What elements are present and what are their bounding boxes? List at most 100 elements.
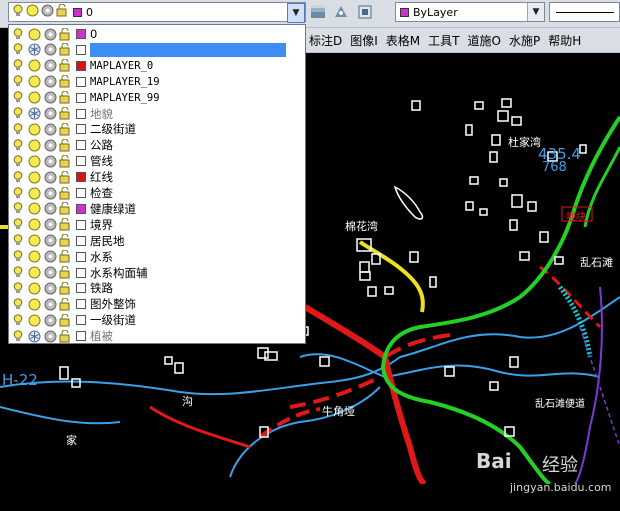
lock-icon[interactable] xyxy=(59,107,73,121)
layer-color-swatch[interactable] xyxy=(76,92,86,103)
lock-icon[interactable] xyxy=(59,170,73,184)
viewport-icon[interactable] xyxy=(43,91,57,105)
layer-color-swatch[interactable] xyxy=(76,108,86,119)
bulb-icon[interactable] xyxy=(11,313,25,327)
layer-color-swatch[interactable] xyxy=(76,188,86,198)
layer-color-swatch[interactable] xyxy=(76,267,86,278)
viewport-icon[interactable] xyxy=(43,281,57,295)
layer-row[interactable]: MAPLAYER_99 xyxy=(9,90,305,106)
lock-icon[interactable] xyxy=(59,122,73,136)
layer-row[interactable]: 境界 xyxy=(9,217,305,233)
bulb-icon[interactable] xyxy=(11,186,25,200)
sun-icon[interactable] xyxy=(27,313,41,327)
sun-icon[interactable] xyxy=(27,122,41,136)
bulb-icon[interactable] xyxy=(11,250,25,264)
bulb-icon[interactable] xyxy=(11,107,25,121)
viewport-icon[interactable] xyxy=(43,234,57,248)
menu-road[interactable]: 道施O xyxy=(464,32,505,49)
sun-icon[interactable] xyxy=(27,234,41,248)
layer-row[interactable]: 检查 xyxy=(9,185,305,201)
menu-water[interactable]: 水施P xyxy=(505,32,544,49)
viewport-icon[interactable] xyxy=(43,75,57,89)
layer-color-swatch[interactable] xyxy=(76,124,86,135)
lock-icon[interactable] xyxy=(59,266,73,280)
bulb-icon[interactable] xyxy=(11,138,25,152)
snowflake-icon[interactable] xyxy=(27,43,41,57)
layer-row[interactable]: 0 xyxy=(9,26,305,42)
sun-icon[interactable] xyxy=(27,138,41,152)
layer-row[interactable]: 居民地 xyxy=(9,233,305,249)
viewport-icon[interactable] xyxy=(43,218,57,232)
snowflake-icon[interactable] xyxy=(27,329,41,343)
layer-row[interactable]: 图外整饰 xyxy=(9,296,305,312)
bulb-icon[interactable] xyxy=(11,27,25,41)
layer-row[interactable]: 管线 xyxy=(9,153,305,169)
lock-icon[interactable] xyxy=(59,297,73,311)
lock-icon[interactable] xyxy=(59,202,73,216)
lock-icon[interactable] xyxy=(59,186,73,200)
bulb-icon[interactable] xyxy=(11,266,25,280)
layer-row[interactable]: 健康绿道 xyxy=(9,201,305,217)
layer-color-swatch[interactable] xyxy=(76,283,86,294)
menu-image[interactable]: 图像I xyxy=(346,32,382,49)
layer-color-swatch[interactable] xyxy=(76,44,86,55)
layer-row[interactable]: 二级街道 xyxy=(9,121,305,137)
sun-icon[interactable] xyxy=(27,250,41,264)
lock-icon[interactable] xyxy=(59,154,73,168)
viewport-icon[interactable] xyxy=(43,313,57,327)
layer-state-icon[interactable] xyxy=(310,4,326,20)
layer-combo-dropdown-button[interactable]: ▼ xyxy=(287,3,305,23)
viewport-icon[interactable] xyxy=(43,186,57,200)
lock-icon[interactable] xyxy=(59,313,73,327)
lock-icon[interactable] xyxy=(59,250,73,264)
layer-row[interactable]: 红线 xyxy=(9,169,305,185)
layer-row[interactable] xyxy=(9,42,305,58)
sun-icon[interactable] xyxy=(27,297,41,311)
layer-color-swatch[interactable] xyxy=(76,29,86,39)
sun-icon[interactable] xyxy=(27,186,41,200)
viewport-icon[interactable] xyxy=(43,170,57,184)
sun-icon[interactable] xyxy=(27,218,41,232)
layer-color-swatch[interactable] xyxy=(76,315,86,326)
layer-color-swatch[interactable] xyxy=(76,235,86,246)
layer-color-swatch[interactable] xyxy=(76,60,86,71)
sun-icon[interactable] xyxy=(27,59,41,73)
layer-color-swatch[interactable] xyxy=(76,299,86,310)
layer-row[interactable]: 一级街道 xyxy=(9,312,305,328)
layer-color-swatch[interactable] xyxy=(76,172,86,183)
lock-icon[interactable] xyxy=(59,27,73,41)
linetype-combo[interactable] xyxy=(549,2,620,22)
layer-previous-icon[interactable] xyxy=(333,4,349,20)
layer-row[interactable]: 铁路 xyxy=(9,280,305,296)
layer-row[interactable]: 地貌 xyxy=(9,106,305,122)
bulb-icon[interactable] xyxy=(11,234,25,248)
lock-icon[interactable] xyxy=(59,138,73,152)
bulb-icon[interactable] xyxy=(11,329,25,343)
menu-table[interactable]: 表格M xyxy=(382,32,424,49)
viewport-icon[interactable] xyxy=(43,138,57,152)
menu-dimension[interactable]: 标注D xyxy=(305,32,346,49)
layer-color-swatch[interactable] xyxy=(76,203,86,214)
viewport-icon[interactable] xyxy=(43,43,57,57)
bulb-icon[interactable] xyxy=(11,75,25,89)
viewport-icon[interactable] xyxy=(43,59,57,73)
layer-dropdown-list[interactable]: 0 MAPLAYER_0 MAPLAYER_19 MAPLAYER_99 地貌 二级街道公… xyxy=(8,24,306,344)
layer-row[interactable]: 水系 xyxy=(9,249,305,265)
bulb-icon[interactable] xyxy=(11,154,25,168)
viewport-icon[interactable] xyxy=(43,154,57,168)
menu-tools[interactable]: 工具T xyxy=(424,32,463,49)
sun-icon[interactable] xyxy=(27,154,41,168)
lock-icon[interactable] xyxy=(59,59,73,73)
bulb-icon[interactable] xyxy=(11,122,25,136)
layer-isolate-icon[interactable] xyxy=(357,4,373,20)
layer-combo[interactable]: 0 ▼ xyxy=(8,2,306,23)
layer-row[interactable]: 公路 xyxy=(9,137,305,153)
bulb-icon[interactable] xyxy=(11,297,25,311)
sun-icon[interactable] xyxy=(27,266,41,280)
viewport-icon[interactable] xyxy=(43,107,57,121)
bulb-icon[interactable] xyxy=(11,91,25,105)
lock-icon[interactable] xyxy=(59,75,73,89)
bulb-icon[interactable] xyxy=(11,43,25,57)
layer-row[interactable]: MAPLAYER_19 xyxy=(9,74,305,90)
viewport-icon[interactable] xyxy=(43,297,57,311)
